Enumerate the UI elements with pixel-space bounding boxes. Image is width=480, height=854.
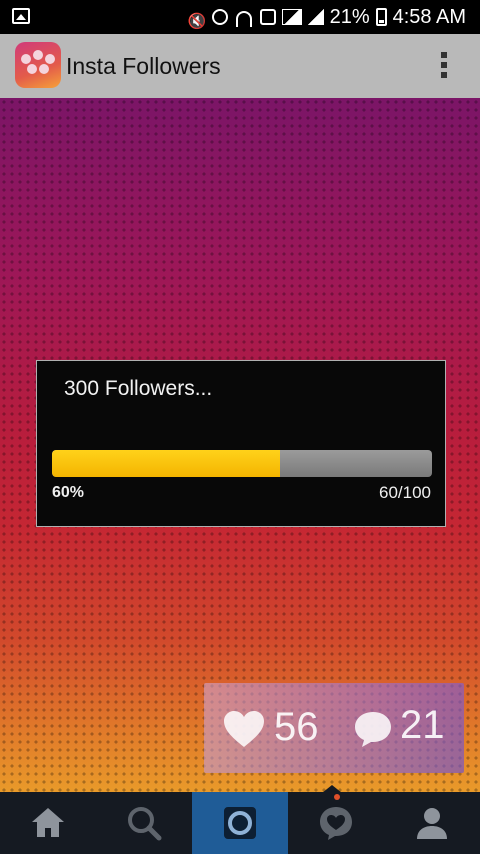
- nav-search[interactable]: [96, 792, 192, 854]
- bottom-nav: [0, 792, 480, 854]
- app-bar: Insta Followers: [0, 34, 480, 98]
- alarm-icon: [211, 9, 228, 25]
- search-icon: [128, 807, 162, 841]
- comment-icon: [355, 712, 391, 747]
- progress-dialog: 300 Followers... 60% 60/100: [36, 360, 446, 527]
- profile-icon: [417, 808, 447, 839]
- gallery-icon: [12, 8, 30, 24]
- nav-home[interactable]: [0, 792, 96, 854]
- mute-icon: [188, 9, 206, 25]
- activity-icon: [320, 807, 352, 840]
- comments-count: 21: [400, 703, 445, 747]
- notification-dot: [334, 794, 340, 800]
- dialog-message: 300 Followers...: [64, 377, 213, 400]
- status-time: 4:58 AM: [392, 5, 466, 28]
- battery-icon: [375, 8, 387, 26]
- progress-count: 60/100: [379, 483, 431, 502]
- status-icons: 21% 4:58 AM: [188, 0, 466, 34]
- status-bar: 21% 4:58 AM: [0, 0, 480, 34]
- camera-icon: [224, 807, 256, 839]
- signal-icon: [281, 9, 302, 25]
- signal-secondary-icon: [307, 9, 324, 25]
- stats-card: 56 21: [204, 683, 464, 773]
- battery-percent: 21%: [329, 5, 370, 28]
- progress-bar: [52, 450, 432, 477]
- home-icon: [32, 808, 64, 837]
- progress-fill: [52, 450, 280, 477]
- nav-camera[interactable]: [192, 792, 288, 854]
- message-icon: [259, 9, 276, 25]
- heart-icon: [224, 711, 264, 747]
- likes-count: 56: [274, 705, 319, 749]
- nav-profile[interactable]: [384, 792, 480, 854]
- overflow-menu-icon[interactable]: [440, 52, 448, 82]
- nav-activity[interactable]: [288, 792, 384, 854]
- app-title: Insta Followers: [66, 53, 221, 79]
- app-logo-icon: [15, 42, 61, 88]
- progress-percent: 60%: [52, 484, 85, 501]
- wifi-icon: [234, 9, 254, 27]
